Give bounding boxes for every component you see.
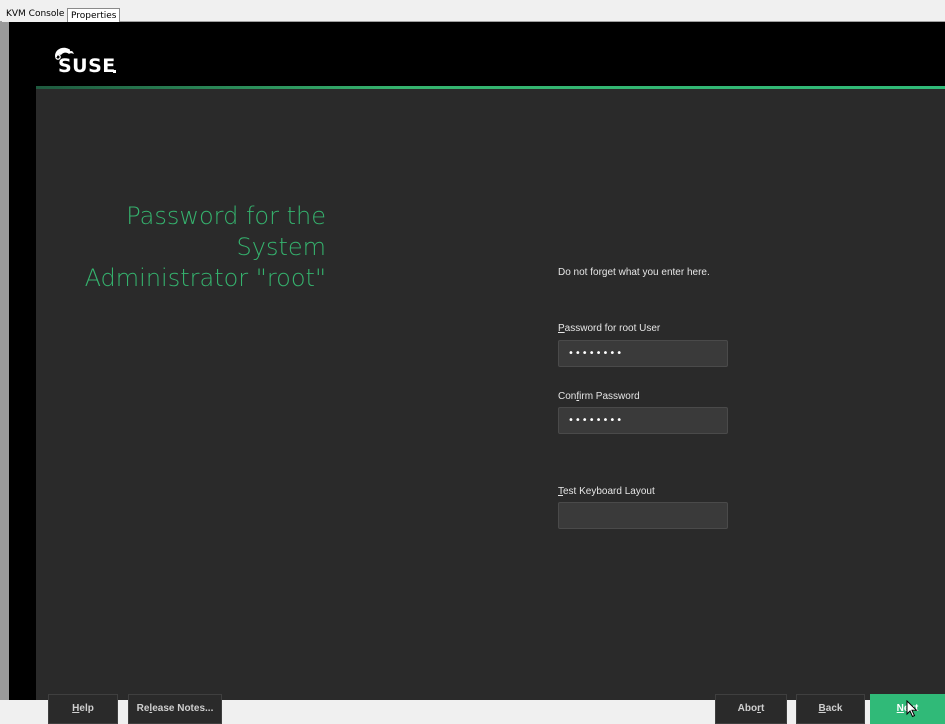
help-key: H xyxy=(72,703,80,714)
logo-dot xyxy=(113,70,116,73)
next-key: N xyxy=(896,703,904,714)
password-hint: Do not forget what you enter here. xyxy=(558,267,710,278)
kvm-tab-strip: KVM Console Properties xyxy=(0,0,945,23)
title-line-2: System xyxy=(236,233,327,261)
password-input[interactable]: •••••••• xyxy=(558,340,728,367)
left-border xyxy=(9,87,36,700)
logo-wordmark: SUSE xyxy=(58,55,116,77)
confirm-label-rest: irm Password xyxy=(579,391,640,402)
password-label-rest: assword for root User xyxy=(564,323,661,334)
password-label-key: P xyxy=(558,323,565,334)
title-line-1: Password for the xyxy=(126,202,326,230)
confirm-password-input[interactable]: •••••••• xyxy=(558,407,728,434)
suse-logo: SUSE xyxy=(49,47,119,78)
main-panel: Password for the System Administrator "r… xyxy=(36,89,945,724)
remote-screen[interactable]: SUSE Password for the System Administrat… xyxy=(9,22,945,724)
tab-properties[interactable]: Properties xyxy=(67,8,121,22)
kvm-window-edge xyxy=(0,22,9,700)
confirm-label: Confirm Password xyxy=(558,391,640,402)
release-rest: ease Notes... xyxy=(152,703,214,714)
keyboard-label-rest: est Keyboard Layout xyxy=(563,486,655,497)
release-notes-button[interactable]: Release Notes... xyxy=(128,694,222,724)
back-rest: ack xyxy=(825,703,843,714)
help-button[interactable]: Help xyxy=(48,694,118,724)
keyboard-label: Test Keyboard Layout xyxy=(558,486,655,497)
help-rest: elp xyxy=(79,703,94,714)
mouse-pointer-icon xyxy=(906,700,918,718)
confirm-label-pre: Con xyxy=(558,391,577,402)
abort-rest: t xyxy=(761,703,765,714)
password-label: Password for root User xyxy=(558,323,660,334)
release-pre: Re xyxy=(136,703,150,714)
abort-pre: Abo xyxy=(737,703,758,714)
back-key: B xyxy=(818,703,826,714)
tab-kvm-console[interactable]: KVM Console xyxy=(2,6,69,23)
title-line-3: Administrator "root" xyxy=(84,264,326,292)
back-button[interactable]: Back xyxy=(796,694,865,724)
abort-button[interactable]: Abort xyxy=(715,694,787,724)
page-title: Password for the System Administrator "r… xyxy=(56,201,326,294)
installer-header: SUSE xyxy=(9,22,945,87)
test-keyboard-input[interactable] xyxy=(558,502,728,529)
